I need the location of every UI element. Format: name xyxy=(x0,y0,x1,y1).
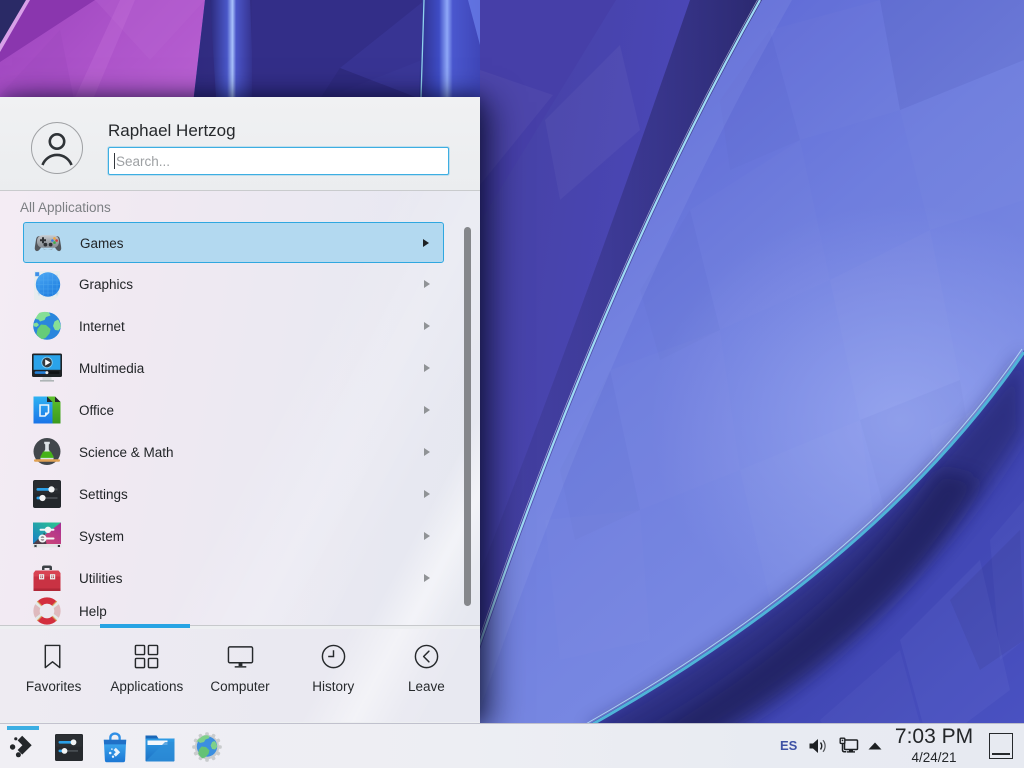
category-icon xyxy=(31,268,63,300)
kali-menu-launcher-button[interactable] xyxy=(6,730,40,764)
chevron-right-icon xyxy=(424,490,430,498)
launcher-tab[interactable]: Leave xyxy=(380,629,473,722)
text-cursor xyxy=(114,153,115,169)
launcher-tab[interactable]: Favorites xyxy=(7,629,100,722)
category-label: Settings xyxy=(79,474,128,515)
category-label: Science & Math xyxy=(79,432,174,473)
category-row[interactable]: System xyxy=(23,516,444,557)
file-manager-taskbar-icon[interactable] xyxy=(143,730,177,764)
search-input[interactable]: Search... xyxy=(108,147,449,175)
tray-expand-caret-icon[interactable] xyxy=(868,742,882,750)
launcher-tab[interactable]: Applications xyxy=(100,629,193,722)
application-launcher-popup: Raphael Hertzog Search... All Applicatio… xyxy=(0,97,480,723)
tab-icon xyxy=(133,643,160,670)
chevron-right-icon xyxy=(424,406,430,414)
category-icon xyxy=(31,394,63,426)
tab-label: Leave xyxy=(408,679,445,694)
category-icon xyxy=(31,436,63,468)
chevron-right-icon xyxy=(424,364,430,372)
user-avatar-icon xyxy=(32,123,82,173)
active-tab-indicator xyxy=(100,624,190,628)
chevron-right-icon xyxy=(424,280,430,288)
keyboard-layout-indicator[interactable]: ES xyxy=(780,738,797,753)
chevron-right-icon xyxy=(424,532,430,540)
section-label: All Applications xyxy=(20,200,111,215)
chevron-right-icon xyxy=(424,574,430,582)
clock-time: 7:03 PM xyxy=(893,725,975,749)
tab-label: History xyxy=(312,679,354,694)
chevron-right-icon xyxy=(424,322,430,330)
category-row[interactable]: Office xyxy=(23,390,444,431)
tab-icon xyxy=(320,643,347,670)
tab-icon xyxy=(413,643,440,670)
desktop: Raphael Hertzog Search... All Applicatio… xyxy=(0,0,1024,768)
category-icon xyxy=(31,352,63,384)
category-label: Help xyxy=(79,591,107,626)
category-icon xyxy=(31,595,63,626)
user-avatar[interactable] xyxy=(31,122,83,174)
tab-label: Applications xyxy=(110,679,183,694)
tab-label: Computer xyxy=(210,679,269,694)
category-label: Games xyxy=(80,223,124,264)
category-label: Multimedia xyxy=(79,348,144,389)
category-list: Games Graphics Internet xyxy=(0,191,480,626)
category-row[interactable]: Science & Math xyxy=(23,432,444,473)
chevron-right-icon xyxy=(423,239,429,247)
launcher-tabbar: Favorites Applications Computer xyxy=(0,629,480,722)
network-icon[interactable] xyxy=(839,737,859,755)
category-icon xyxy=(31,310,63,342)
category-row[interactable]: Settings xyxy=(23,474,444,515)
category-icon xyxy=(32,227,64,259)
tabbar-separator xyxy=(0,625,480,626)
tab-icon xyxy=(227,643,254,670)
user-name: Raphael Hertzog xyxy=(108,121,236,141)
category-label: Internet xyxy=(79,306,125,347)
launcher-header: Raphael Hertzog Search... xyxy=(0,97,480,191)
launcher-tab[interactable]: History xyxy=(287,629,380,722)
category-row[interactable]: Help xyxy=(23,591,444,626)
tab-icon xyxy=(40,643,67,670)
show-desktop-button[interactable] xyxy=(989,733,1013,759)
web-browser-taskbar-icon[interactable] xyxy=(190,730,224,764)
search-placeholder: Search... xyxy=(116,154,170,169)
category-row[interactable]: Games xyxy=(23,222,444,263)
chevron-right-icon xyxy=(424,448,430,456)
digital-clock[interactable]: 7:03 PM 4/24/21 xyxy=(893,725,975,766)
category-label: Office xyxy=(79,390,114,431)
category-icon xyxy=(31,562,63,594)
taskbar-panel: ES 7:03 PM 4/24/21 xyxy=(0,723,1024,768)
category-icon xyxy=(31,520,63,552)
category-label: Graphics xyxy=(79,264,133,305)
category-icon xyxy=(31,478,63,510)
volume-icon[interactable] xyxy=(808,737,828,755)
list-scrollbar[interactable] xyxy=(464,227,471,606)
category-row[interactable]: Internet xyxy=(23,306,444,347)
category-row[interactable]: Graphics xyxy=(23,264,444,305)
clock-date: 4/24/21 xyxy=(893,749,975,766)
system-settings-taskbar-icon[interactable] xyxy=(52,730,86,764)
show-desktop-line xyxy=(992,753,1010,755)
launcher-tab[interactable]: Computer xyxy=(193,629,286,722)
discover-store-taskbar-icon[interactable] xyxy=(98,730,132,764)
category-row[interactable]: Multimedia xyxy=(23,348,444,389)
category-label: System xyxy=(79,516,124,557)
tab-label: Favorites xyxy=(26,679,82,694)
